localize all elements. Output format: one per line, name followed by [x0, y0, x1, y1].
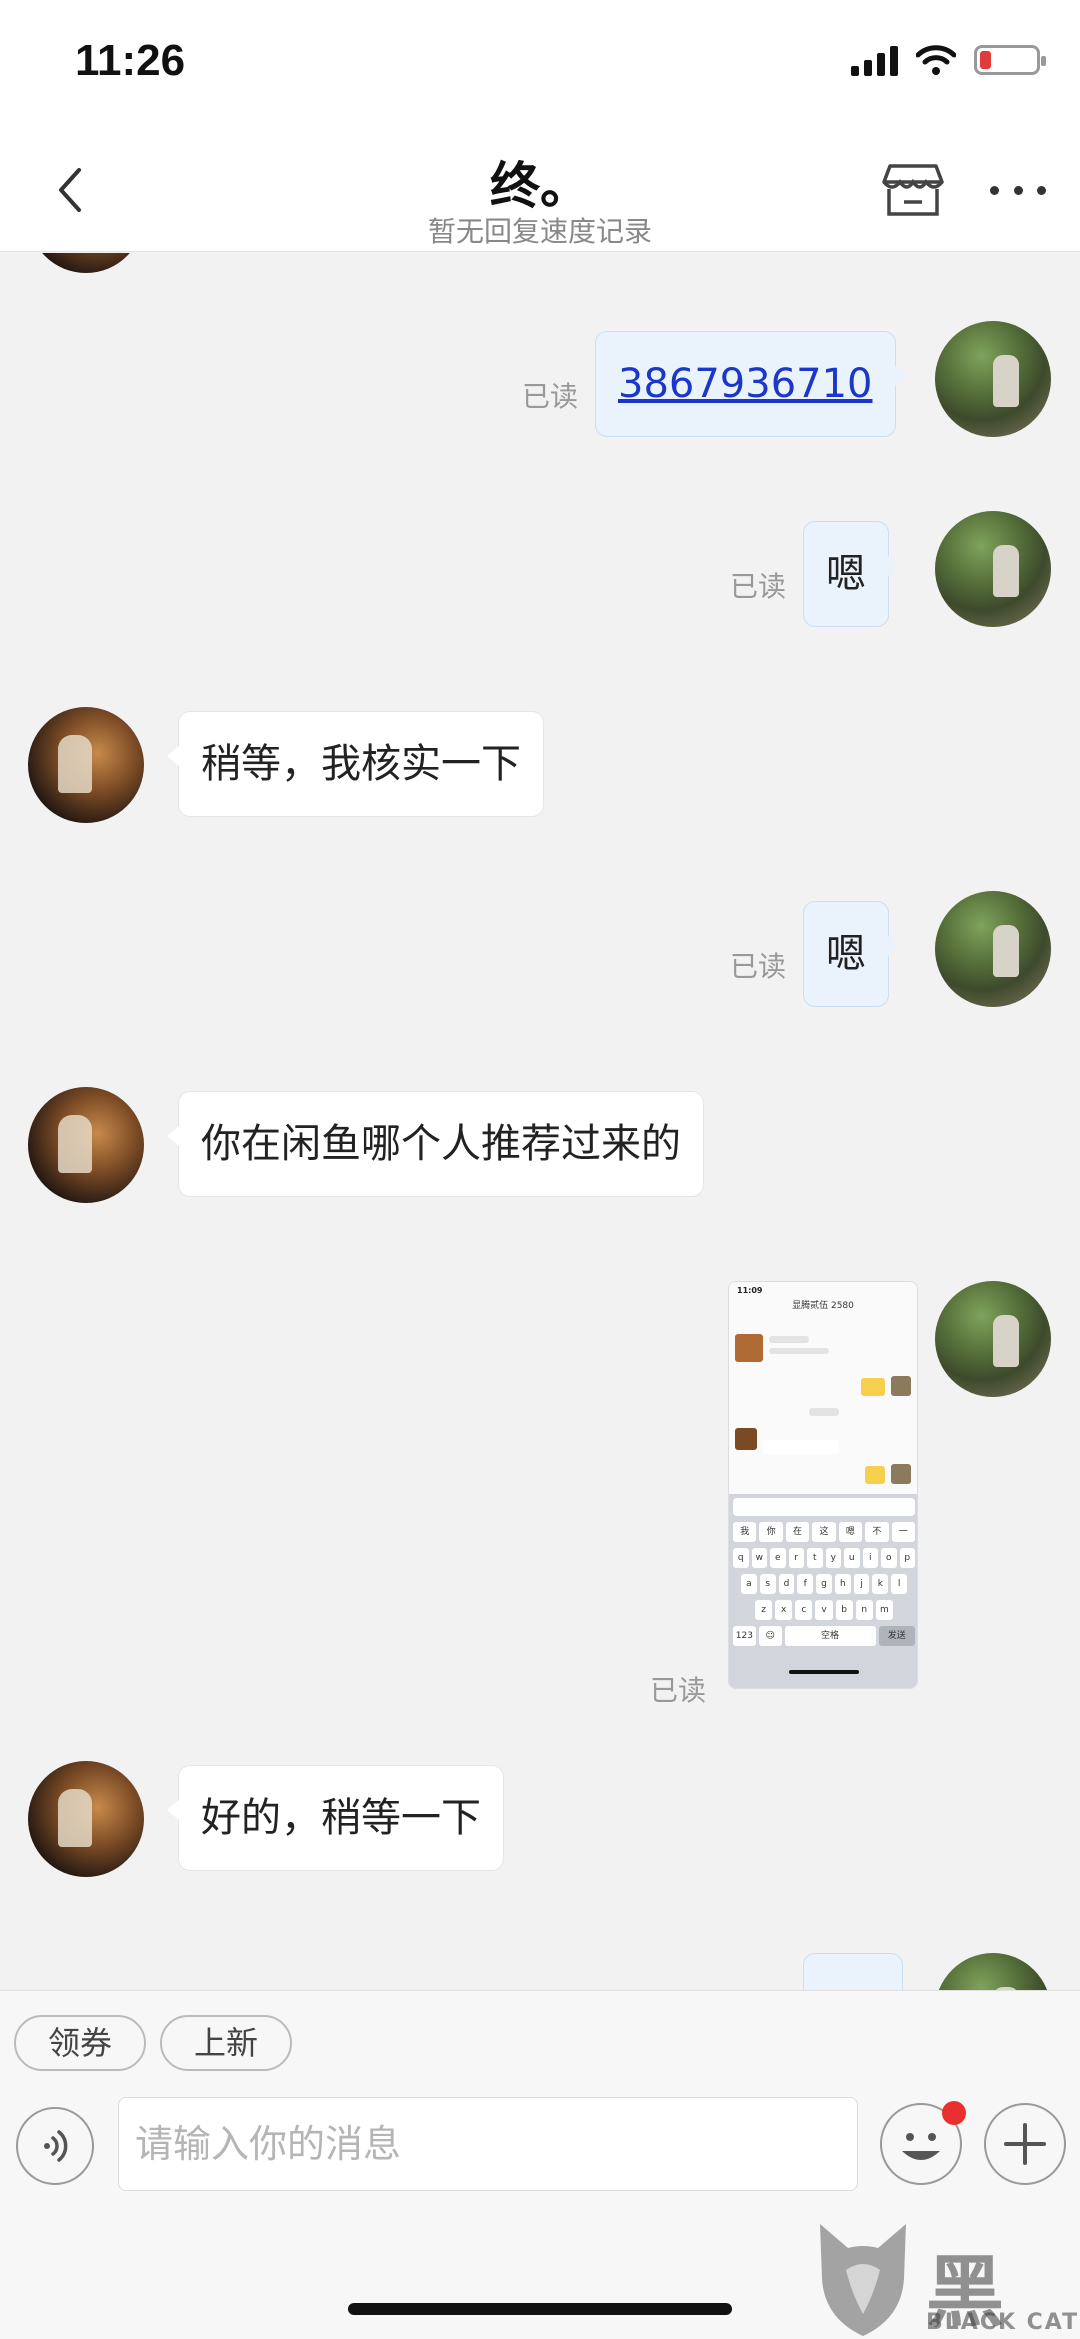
more-options-button[interactable] — [990, 170, 1046, 210]
notification-dot — [942, 2101, 966, 2125]
status-icons — [851, 44, 1046, 76]
contact-avatar[interactable] — [28, 707, 144, 823]
message-row — [0, 253, 1080, 273]
message-row: 已读 3867936710 — [0, 321, 1080, 451]
message-bubble[interactable]: 你在闲鱼哪个人推荐过来的 — [167, 1091, 704, 1197]
message-row: 已读 嗯 — [0, 511, 1080, 641]
message-bubble[interactable]: 嗯 — [803, 901, 900, 1007]
nav-bar: 终。 暂无回复速度记录 — [0, 130, 1080, 252]
plus-icon — [1004, 2123, 1046, 2165]
home-indicator[interactable] — [348, 2303, 732, 2315]
screenshot-image[interactable]: 11:09 显腾贰伍 2580 我你在这嗯不一 qwertyuiop asdfg… — [728, 1281, 918, 1689]
voice-icon — [44, 2130, 68, 2162]
my-avatar[interactable] — [935, 321, 1051, 437]
contact-avatar[interactable] — [28, 1761, 144, 1877]
status-bar: 11:26 — [0, 0, 1080, 130]
store-button[interactable] — [880, 156, 946, 222]
contact-avatar[interactable] — [28, 1087, 144, 1203]
read-status: 已读 — [650, 1674, 707, 1707]
more-actions-button[interactable] — [984, 2103, 1066, 2185]
thumb-time: 11:09 — [737, 1286, 763, 1295]
message-bubble[interactable]: 嗯 — [803, 521, 900, 627]
voice-button[interactable] — [16, 2107, 94, 2185]
contact-avatar[interactable] — [28, 253, 144, 273]
message-input[interactable]: 请输入你的消息 — [118, 2097, 858, 2191]
chat-messages[interactable]: 已读 3867936710 已读 嗯 稍等，我核实一下 已读 嗯 你在闲鱼哪个人… — [0, 253, 1080, 1990]
phone-number-link[interactable]: 3867936710 — [618, 361, 873, 407]
message-row: 已读 嗯 — [0, 891, 1080, 1021]
new-arrivals-chip[interactable]: 上新 — [160, 2015, 292, 2071]
status-time: 11:26 — [75, 36, 186, 85]
more-dots-icon — [990, 185, 999, 195]
my-avatar[interactable] — [935, 891, 1051, 1007]
emoji-button[interactable] — [880, 2101, 966, 2185]
wifi-icon — [916, 45, 956, 75]
message-bubble[interactable]: 3867936710 — [595, 331, 906, 437]
coupon-chip[interactable]: 领券 — [14, 2015, 146, 2071]
watermark-logo: 黑猫 BLACK CAT — [808, 2218, 1080, 2339]
read-status: 已读 — [730, 570, 787, 603]
message-bubble[interactable]: 稍等，我核实一下 — [167, 711, 544, 817]
message-bubble[interactable] — [803, 1953, 903, 1990]
battery-icon — [974, 45, 1046, 75]
message-row — [0, 1953, 1080, 1990]
message-row: 已读 11:09 显腾贰伍 2580 我你在这嗯不一 qwertyuiop a … — [0, 1281, 1080, 1707]
read-status: 已读 — [730, 950, 787, 983]
signal-icon — [851, 44, 898, 76]
cat-logo-icon — [820, 2224, 906, 2336]
message-row: 好的，稍等一下 — [0, 1761, 1080, 1885]
message-row: 稍等，我核实一下 — [0, 707, 1080, 831]
watermark-subtext: BLACK CAT — [926, 2310, 1080, 2335]
my-avatar[interactable] — [935, 511, 1051, 627]
store-icon — [882, 164, 944, 216]
thumb-keyboard: 我你在这嗯不一 qwertyuiop asdfghjkl zxcvbnm 123… — [729, 1494, 917, 1688]
message-row: 你在闲鱼哪个人推荐过来的 — [0, 1087, 1080, 1211]
my-avatar[interactable] — [935, 1281, 1051, 1397]
message-bubble[interactable]: 好的，稍等一下 — [167, 1765, 504, 1871]
read-status: 已读 — [522, 380, 579, 413]
my-avatar[interactable] — [935, 1953, 1051, 1990]
